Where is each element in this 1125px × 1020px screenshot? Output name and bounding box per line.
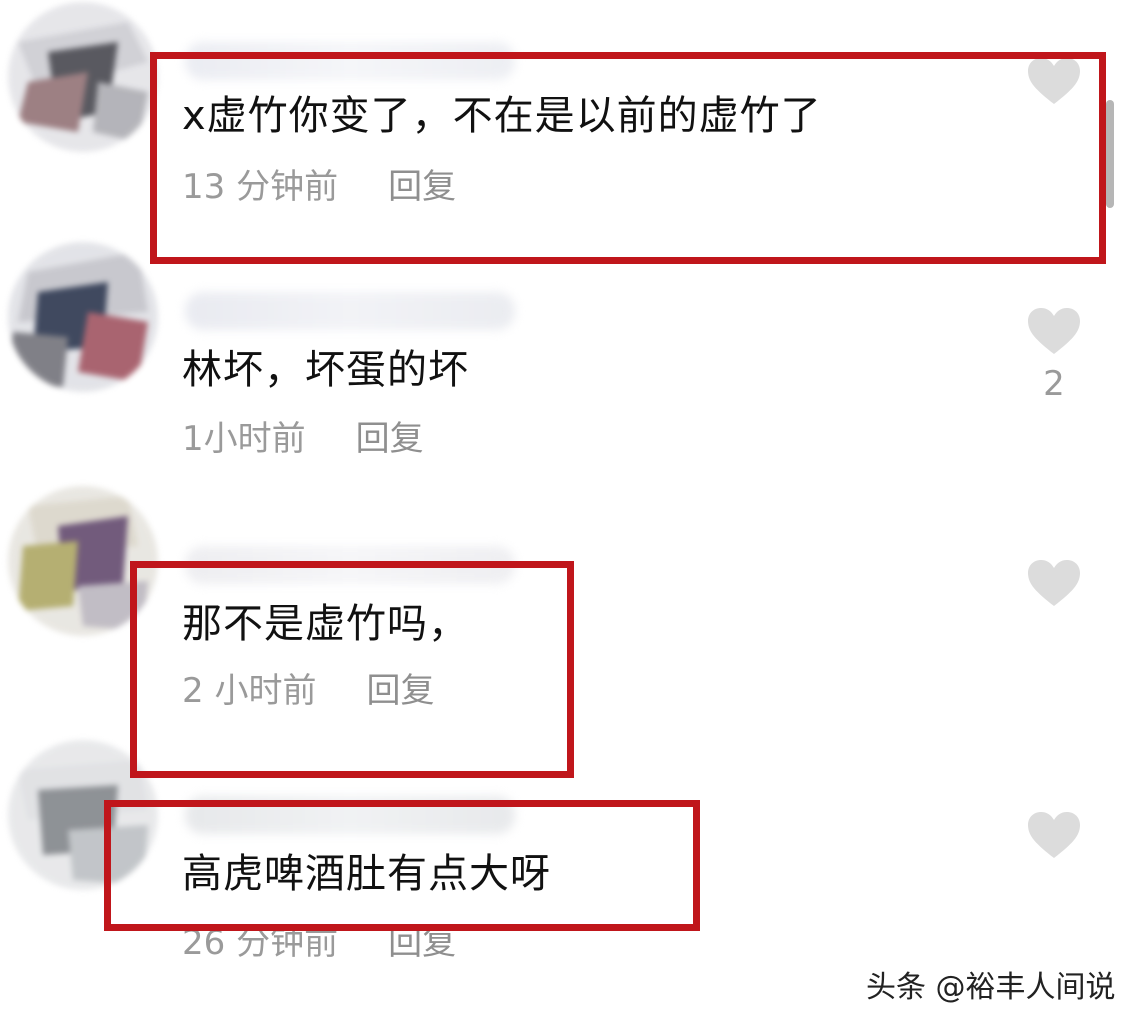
comment-time: 2 小时前: [182, 671, 317, 711]
comment-meta: 13 分钟前 回复: [182, 165, 456, 209]
comment-item: x虚竹你变了，不在是以前的虚竹了 13 分钟前 回复: [0, 0, 1125, 252]
reply-button[interactable]: 回复: [388, 167, 456, 207]
heart-icon[interactable]: [1026, 306, 1082, 356]
heart-icon[interactable]: [1026, 56, 1082, 106]
avatar[interactable]: [8, 2, 158, 152]
heart-icon[interactable]: [1026, 558, 1082, 608]
heart-icon[interactable]: [1026, 810, 1082, 860]
comment-item: 林坏，坏蛋的坏 1小时前 回复 2: [0, 242, 1125, 504]
comment-meta: 26 分钟前 回复: [182, 921, 456, 965]
comment-time: 1小时前: [182, 419, 306, 459]
avatar[interactable]: [8, 486, 158, 636]
comment-text: x虚竹你变了，不在是以前的虚竹了: [182, 93, 822, 139]
comment-text: 高虎啤酒肚有点大呀: [182, 851, 551, 897]
reply-button[interactable]: 回复: [356, 419, 424, 459]
comment-time: 13 分钟前: [182, 167, 339, 207]
avatar[interactable]: [8, 740, 158, 890]
scrollbar[interactable]: [1106, 100, 1114, 208]
watermark: 头条 @裕丰人间说: [866, 970, 1116, 1005]
like-count: 2: [1043, 364, 1065, 404]
username-blurred: [185, 292, 515, 330]
username-blurred: [185, 796, 515, 834]
comment-text: 林坏，坏蛋的坏: [182, 347, 469, 393]
avatar[interactable]: [8, 242, 158, 392]
comment-time: 26 分钟前: [182, 923, 339, 963]
comment-meta: 2 小时前 回复: [182, 669, 434, 713]
reply-button[interactable]: 回复: [366, 671, 434, 711]
reply-button[interactable]: 回复: [388, 923, 456, 963]
comment-meta: 1小时前 回复: [182, 417, 424, 461]
comment-item: 那不是虚竹吗， 2 小时前 回复: [0, 486, 1125, 756]
username-blurred: [185, 546, 515, 584]
comment-text: 那不是虚竹吗，: [182, 601, 469, 647]
username-blurred: [185, 42, 515, 80]
